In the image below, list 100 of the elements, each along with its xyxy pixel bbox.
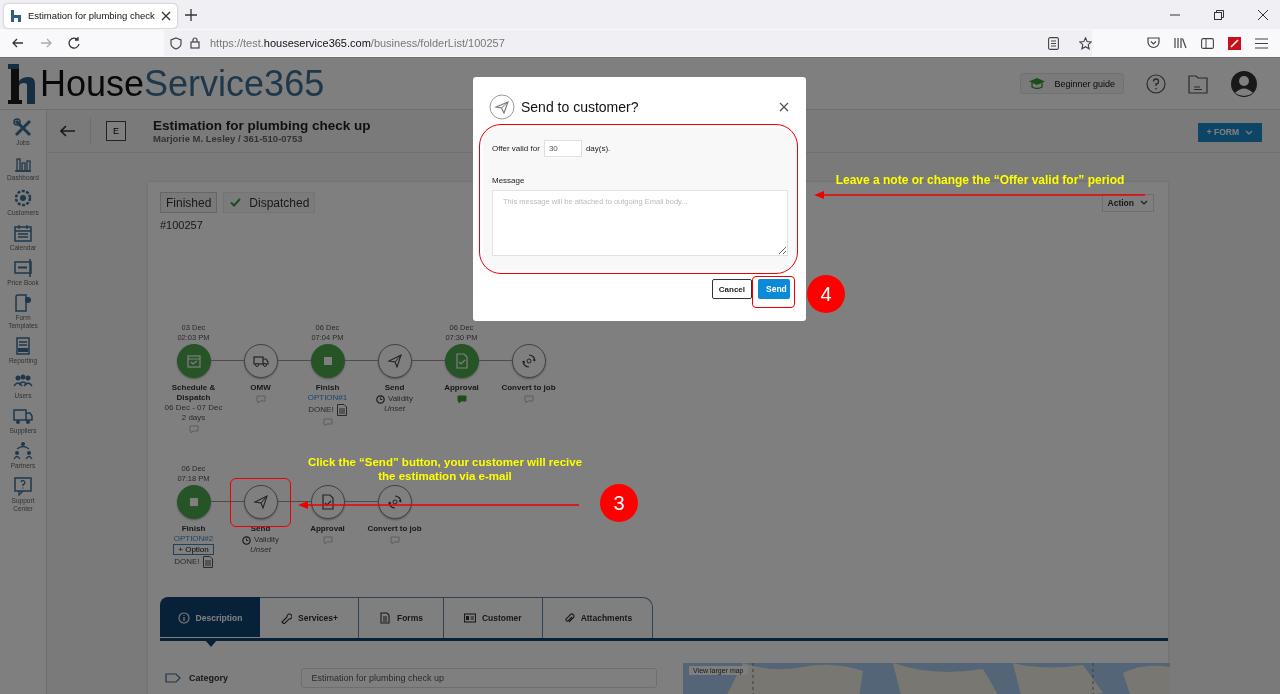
caret-icon	[1140, 200, 1148, 205]
step-label: Finish	[314, 383, 341, 393]
caret-icon	[1245, 129, 1253, 135]
action-dropdown[interactable]: Action	[1101, 193, 1154, 212]
done-label: DONE!	[308, 405, 334, 415]
step-button[interactable]	[243, 485, 278, 519]
tab[interactable]: Customer	[443, 597, 543, 638]
status-badge: Finished	[160, 192, 218, 213]
bookmark-star-icon[interactable]	[1079, 36, 1092, 50]
step-button[interactable]	[377, 344, 412, 378]
graduation-cap-icon	[1029, 78, 1046, 89]
step-button[interactable]	[444, 344, 479, 378]
form-button[interactable]: + FORM	[1197, 122, 1262, 142]
reader-view-icon[interactable]	[1048, 36, 1059, 50]
category-select[interactable]: Estimation for plumbing check up	[300, 668, 658, 688]
step-button[interactable]	[310, 485, 345, 519]
logo-icon	[8, 63, 38, 104]
extension-icon[interactable]	[1228, 36, 1241, 50]
option-link[interactable]: OPTION#2	[173, 534, 214, 544]
step-button[interactable]	[243, 344, 278, 378]
new-tab-icon[interactable]	[184, 8, 197, 21]
close-icon[interactable]	[779, 102, 789, 112]
option-link[interactable]: OPTION#1	[307, 393, 348, 403]
customer-info: Marjorie M. Lesley / 361-510-0753	[153, 133, 304, 144]
step-button[interactable]	[511, 344, 546, 378]
truck-icon	[13, 406, 33, 426]
paper-plane-icon	[489, 94, 515, 120]
address-field[interactable]: https://test.houseservice365.com/business/folderList/100257	[210, 37, 505, 49]
report-icon	[13, 336, 33, 356]
help-icon	[13, 476, 33, 496]
pocket-icon[interactable]	[1147, 37, 1160, 49]
shield-icon	[170, 36, 182, 50]
check-icon	[230, 198, 242, 207]
step-label: Send	[383, 383, 406, 393]
step-detail: 2 days	[181, 413, 206, 423]
field-label: Offer valid for	[492, 144, 540, 153]
close-icon[interactable]	[1258, 9, 1268, 20]
step-label: Convert to job	[500, 383, 557, 393]
wrench-icon	[280, 612, 292, 624]
dialog-title: Send to customer?	[521, 99, 639, 115]
step-label: Schedule & Dispatch	[170, 383, 217, 403]
calendar-check-icon	[184, 352, 203, 370]
logo-text: HouseService365	[40, 63, 325, 104]
reload-icon[interactable]	[68, 37, 80, 49]
status-badge: Dispatched	[223, 192, 316, 213]
cancel-button[interactable]: Cancel	[711, 279, 752, 299]
tab[interactable]: Services+	[260, 597, 359, 638]
validity-label: Validity	[253, 535, 280, 545]
close-icon	[160, 10, 171, 21]
step-button[interactable]	[377, 485, 412, 519]
site-icon	[10, 8, 22, 23]
folder-icon[interactable]	[1188, 73, 1208, 94]
step-label: Approval	[309, 524, 346, 534]
cycle-icon	[385, 493, 404, 511]
callout-text: Leave a note or change the “Offer valid for” period	[834, 172, 1126, 189]
avatar-icon[interactable]	[1230, 69, 1258, 98]
page-title: Estimation for plumbing check up	[153, 118, 371, 133]
menu-icon[interactable]	[1255, 37, 1268, 49]
sidebar-icon[interactable]	[1201, 37, 1214, 49]
gear-icon	[13, 188, 33, 208]
paper-plane-icon	[385, 352, 404, 370]
form-icon	[13, 293, 33, 313]
back-icon[interactable]	[12, 37, 24, 49]
validity-value: Unset	[250, 545, 271, 555]
step-button[interactable]	[310, 344, 345, 378]
price-tag-icon	[13, 258, 33, 278]
field-label: Message	[492, 176, 526, 185]
validity-value: Unset	[384, 404, 405, 414]
document-icon	[202, 556, 213, 568]
paper-plane-icon	[251, 493, 270, 511]
beginner-guide-button[interactable]: Beginner guide	[1020, 73, 1124, 94]
help-icon[interactable]	[1146, 73, 1166, 94]
lock-icon	[190, 37, 200, 49]
send-button[interactable]: Send	[758, 279, 790, 299]
unit-label: day(s).	[585, 144, 611, 153]
clock-icon	[241, 535, 251, 545]
tab[interactable]: Attachments	[542, 597, 654, 638]
paperclip-icon	[562, 612, 575, 624]
highlight-frame	[752, 276, 795, 308]
step-label: OMW	[249, 383, 272, 393]
browser-tab[interactable]: Estimation for plumbing check	[4, 3, 177, 28]
cycle-icon	[519, 352, 538, 370]
tab[interactable]: Forms	[358, 597, 444, 638]
calendar-icon	[13, 223, 33, 243]
back-arrow-icon[interactable]	[60, 125, 76, 137]
days-input[interactable]: 30	[543, 140, 582, 157]
validity-label: Validity	[387, 394, 414, 404]
step-detail: 06 Dec - 07 Dec	[164, 403, 223, 413]
restore-icon[interactable]	[1214, 9, 1224, 20]
step-label: Approval	[443, 383, 480, 393]
field-label: Category	[189, 673, 229, 683]
id-card-icon	[463, 612, 476, 624]
done-label: DONE!	[174, 557, 200, 567]
library-icon[interactable]	[1174, 37, 1187, 49]
step-button[interactable]	[176, 344, 211, 378]
document-icon	[378, 612, 391, 624]
document-icon	[336, 404, 347, 416]
info-icon	[177, 611, 190, 624]
step-button[interactable]	[176, 485, 211, 519]
highlight-frame	[230, 478, 291, 527]
